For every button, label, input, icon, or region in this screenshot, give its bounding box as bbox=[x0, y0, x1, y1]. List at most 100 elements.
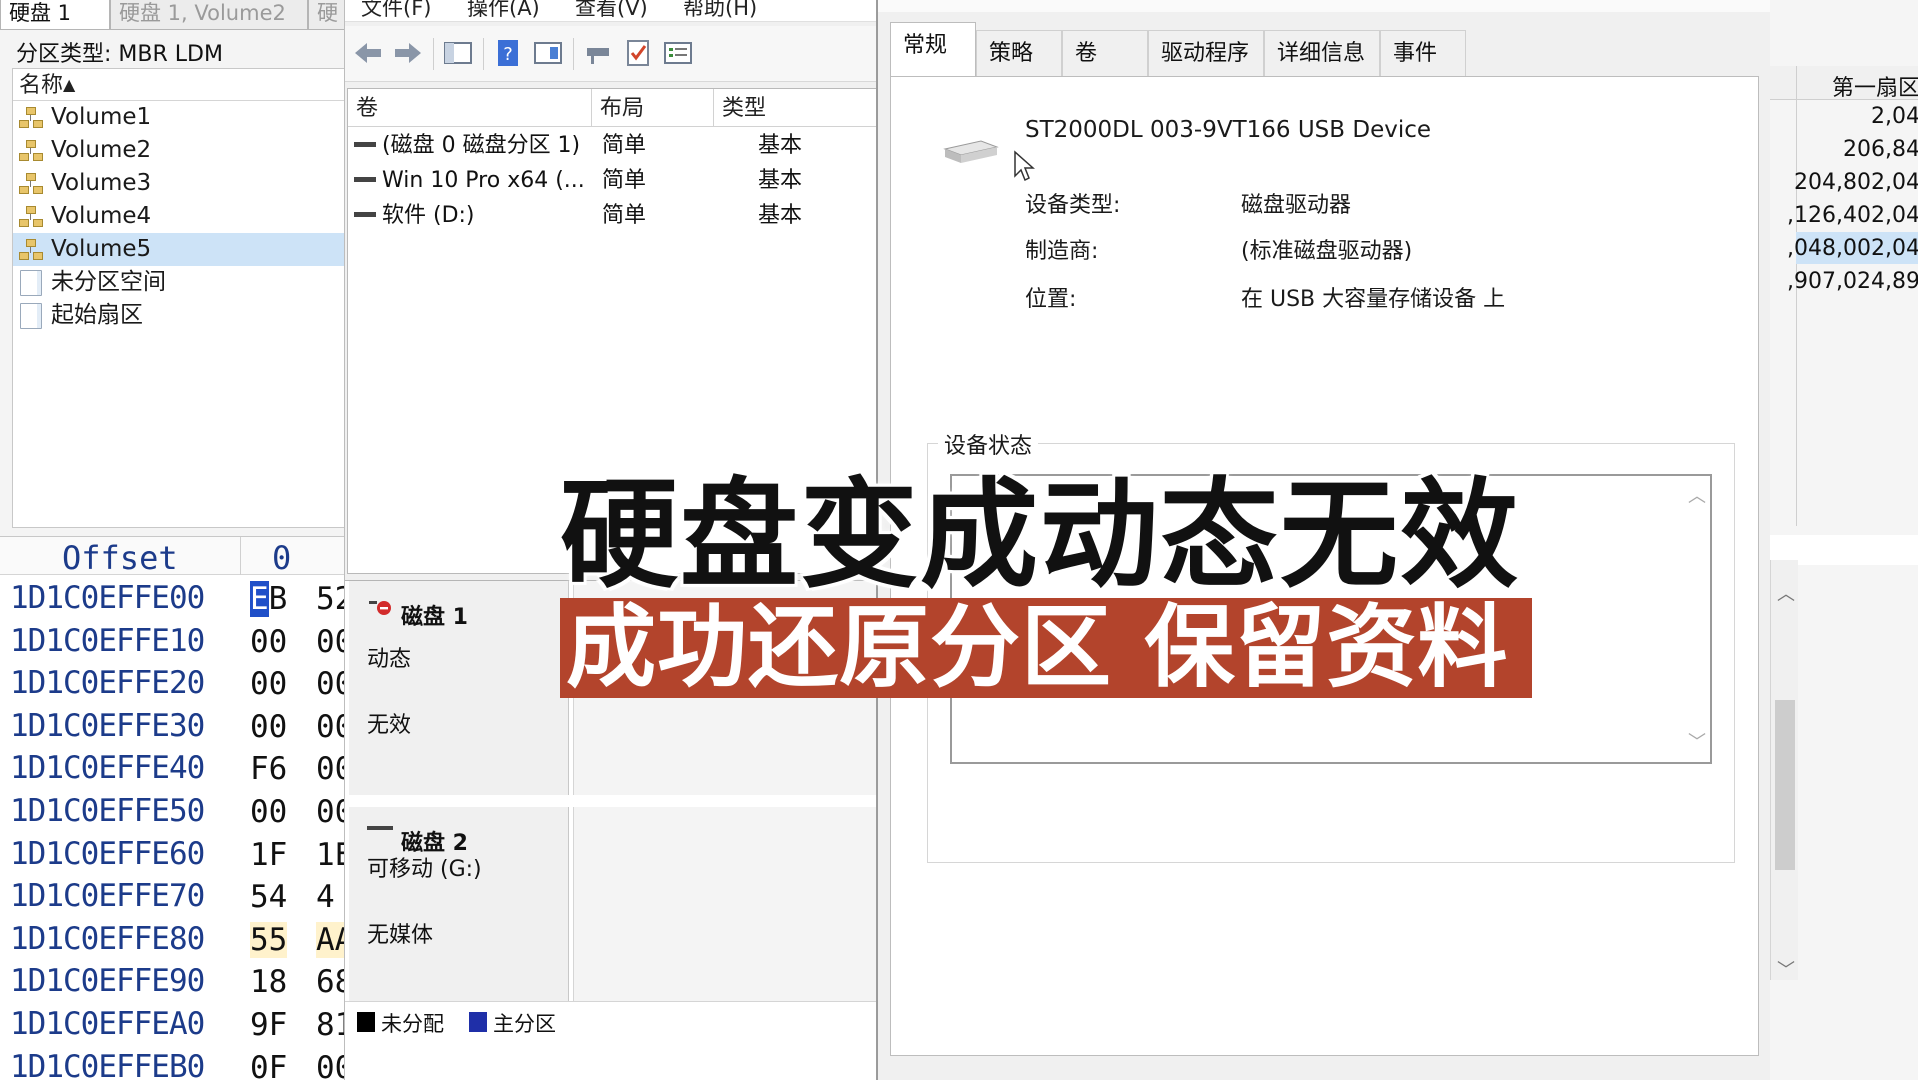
hex-byte-rest: B bbox=[268, 581, 288, 617]
hex-row[interactable]: 1D1C0EFFE70 54 4 bbox=[0, 875, 344, 918]
hex-byte[interactable]: 4 bbox=[316, 879, 335, 915]
volume-icon bbox=[17, 237, 45, 263]
first-sector-value: 2,04 bbox=[1871, 104, 1918, 129]
hex-offset: 1D1C0EFFE00 bbox=[10, 580, 205, 616]
hex-byte[interactable]: 00 bbox=[316, 624, 344, 660]
hex-row[interactable]: 1D1C0EFFE60 1F 1E bbox=[0, 833, 344, 876]
hex-row[interactable]: 1D1C0EFFE10 00 00 bbox=[0, 620, 344, 663]
volume-type: 基本 bbox=[758, 203, 803, 228]
hex-row[interactable]: 1D1C0EFFE00 EB 52 bbox=[0, 577, 344, 620]
check-icon[interactable] bbox=[623, 38, 653, 68]
hex-byte[interactable]: 00 bbox=[250, 709, 287, 745]
hex-row[interactable]: 1D1C0EFFE20 00 00 bbox=[0, 662, 344, 705]
column-header-type[interactable]: 类型 bbox=[714, 89, 876, 127]
tab-details[interactable]: 详细信息 bbox=[1264, 30, 1380, 78]
svg-text:?: ? bbox=[503, 44, 513, 65]
back-arrow-icon[interactable] bbox=[353, 38, 383, 68]
first-sector-value: ,048,002,04 bbox=[1787, 236, 1918, 261]
first-sector-column-header[interactable]: 第一扇区 bbox=[1832, 70, 1918, 102]
hex-byte[interactable]: 00 bbox=[316, 751, 344, 787]
volume-layout: 简单 bbox=[602, 168, 647, 193]
hex-row[interactable]: 1D1C0EFFE50 00 00 bbox=[0, 790, 344, 833]
tab-events[interactable]: 事件 bbox=[1380, 30, 1466, 78]
hex-byte[interactable]: 0F bbox=[250, 1050, 287, 1080]
menu-view[interactable]: 查看(V) bbox=[575, 0, 648, 22]
column-header-layout[interactable]: 布局 bbox=[592, 89, 714, 127]
tab-partial[interactable]: 硬 bbox=[308, 0, 344, 30]
hex-byte[interactable]: 00 bbox=[316, 1050, 344, 1080]
column-header-volume[interactable]: 卷 bbox=[348, 89, 592, 127]
toolbar-separator bbox=[483, 38, 484, 70]
help-icon[interactable]: ? bbox=[493, 38, 523, 68]
hex-byte[interactable]: 00 bbox=[250, 794, 287, 830]
list-item-unallocated[interactable]: 未分区空间 bbox=[13, 266, 344, 299]
tab-policies[interactable]: 策略 bbox=[976, 30, 1062, 78]
hex-byte[interactable]: EB bbox=[250, 581, 287, 617]
hex-byte[interactable]: F6 bbox=[250, 751, 287, 787]
hex-row[interactable]: 1D1C0EFFEA0 9F 81 bbox=[0, 1003, 344, 1046]
hex-row[interactable]: 1D1C0EFFE30 00 00 bbox=[0, 705, 344, 748]
hex-offset: 1D1C0EFFE40 bbox=[10, 750, 205, 787]
list-item-volume1[interactable]: Volume1 bbox=[13, 101, 344, 134]
scroll-up-icon[interactable]: ︿ bbox=[1688, 482, 1706, 508]
hex-editor[interactable]: Offset 0 1D1C0EFFE00EB521D1C0EFFE1000001… bbox=[0, 536, 344, 1080]
hex-byte[interactable]: 00 bbox=[316, 709, 344, 745]
hex-byte[interactable]: 00 bbox=[316, 794, 344, 830]
hex-byte[interactable]: 00 bbox=[316, 666, 344, 702]
tab-driver[interactable]: 驱动程序 bbox=[1148, 30, 1264, 78]
hex-row[interactable]: 1D1C0EFFEB0 0F 00 bbox=[0, 1046, 344, 1080]
list-item-volume5[interactable]: Volume5 bbox=[13, 233, 344, 266]
tab-volumes[interactable]: 卷 bbox=[1062, 30, 1148, 78]
list-item-volume3[interactable]: Volume3 bbox=[13, 167, 344, 200]
volume-icon bbox=[17, 105, 45, 131]
hex-byte[interactable]: 52 bbox=[316, 581, 344, 617]
tab-disk-1-volume2[interactable]: 硬盘 1, Volume2 bbox=[110, 0, 308, 30]
hex-byte[interactable]: 00 bbox=[250, 624, 287, 660]
table-row[interactable]: 软件 (D:) 简单 基本 bbox=[348, 199, 876, 233]
hex-byte[interactable]: 00 bbox=[250, 666, 287, 702]
settings-list-icon[interactable] bbox=[663, 38, 693, 68]
hex-byte[interactable]: 9F bbox=[250, 1007, 287, 1043]
hex-row[interactable]: 1D1C0EFFE90 18 68 bbox=[0, 960, 344, 1003]
disk-2-partition-area[interactable] bbox=[573, 807, 876, 1007]
hex-row[interactable]: 1D1C0EFFE80 55 AA bbox=[0, 918, 344, 961]
table-row[interactable]: (磁盘 0 磁盘分区 1) 简单 基本 bbox=[348, 129, 876, 163]
hex-byte[interactable]: 68 bbox=[316, 964, 344, 1000]
sort-ascending-icon: ▲ bbox=[63, 75, 76, 94]
menu-help[interactable]: 帮助(H) bbox=[683, 0, 757, 22]
tab-general[interactable]: 常规 bbox=[890, 22, 976, 80]
hex-byte[interactable]: 54 bbox=[250, 879, 287, 915]
vertical-scrollbar[interactable]: ︿ ﹀ bbox=[1770, 560, 1798, 982]
menu-action[interactable]: 操作(A) bbox=[467, 0, 540, 22]
hex-byte[interactable]: 18 bbox=[250, 964, 287, 1000]
disk-2-info[interactable]: 磁盘 2 可移动 (G:) 无媒体 bbox=[349, 807, 569, 1007]
scroll-down-icon[interactable]: ﹀ bbox=[1688, 728, 1706, 754]
tab-disk-1[interactable]: 硬盘 1 bbox=[0, 0, 110, 30]
forward-arrow-icon[interactable] bbox=[393, 38, 423, 68]
scroll-up-icon[interactable]: ︿ bbox=[1777, 580, 1795, 606]
scroll-down-icon[interactable]: ﹀ bbox=[1777, 956, 1795, 982]
list-item-start-sector[interactable]: 起始扇区 bbox=[13, 299, 344, 332]
hex-byte[interactable]: AA bbox=[316, 921, 344, 958]
scrollbar-thumb[interactable] bbox=[1775, 700, 1795, 870]
hex-byte[interactable]: 1E bbox=[316, 837, 344, 873]
menu-file[interactable]: 文件(F) bbox=[361, 0, 431, 22]
status-scrollbar[interactable]: ︿ ﹀ bbox=[1682, 476, 1710, 762]
table-row[interactable]: Win 10 Pro x64 (... 简单 基本 bbox=[348, 164, 876, 198]
manufacturer-value: (标准磁盘驱动器) bbox=[1241, 239, 1413, 264]
hex-byte[interactable]: 1F bbox=[250, 837, 287, 873]
properties-icon[interactable] bbox=[533, 38, 563, 68]
hex-byte[interactable]: 81 bbox=[316, 1007, 344, 1043]
disk-1-status: 无效 bbox=[367, 713, 412, 738]
list-item-volume4[interactable]: Volume4 bbox=[13, 200, 344, 233]
list-item-label: 起始扇区 bbox=[51, 302, 143, 328]
disk-1-info[interactable]: 磁盘 1 动态 无效 bbox=[349, 581, 569, 795]
name-column-header[interactable]: 名称▲ bbox=[13, 69, 344, 101]
list-item-volume2[interactable]: Volume2 bbox=[13, 134, 344, 167]
disk-icon[interactable] bbox=[583, 38, 613, 68]
manufacturer-label: 制造商: bbox=[1025, 239, 1099, 264]
volume-layout: 简单 bbox=[602, 203, 647, 228]
console-tree-icon[interactable] bbox=[443, 38, 473, 68]
hex-byte[interactable]: 55 bbox=[250, 921, 288, 958]
hex-row[interactable]: 1D1C0EFFE40 F6 00 bbox=[0, 747, 344, 790]
